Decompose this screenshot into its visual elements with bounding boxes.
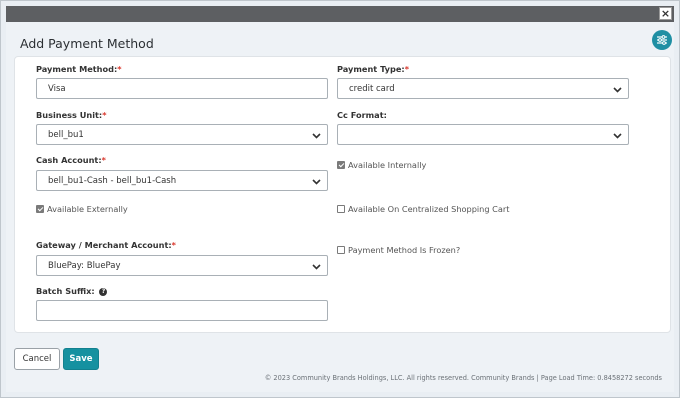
- checkbox-unchecked[interactable]: [337, 246, 345, 254]
- cc-format-select[interactable]: [337, 124, 629, 145]
- chevron-down-icon: [613, 133, 622, 139]
- business-unit-label-text: Business Unit:: [36, 110, 103, 120]
- chevron-down-icon: [312, 264, 321, 270]
- available-centralized-label: Available On Centralized Shopping Cart: [348, 204, 510, 214]
- checkbox-checked[interactable]: [36, 205, 44, 213]
- sliders-icon: [657, 35, 667, 45]
- available-externally-checkbox[interactable]: Available Externally: [36, 204, 128, 214]
- business-unit-label: Business Unit:*: [36, 110, 107, 120]
- cc-format-label: Cc Format:: [337, 110, 387, 120]
- available-externally-label: Available Externally: [47, 204, 128, 214]
- dialog-title: Add Payment Method: [20, 36, 154, 51]
- available-internally-label: Available Internally: [348, 160, 427, 170]
- chevron-down-icon: [312, 133, 321, 139]
- required-marker: *: [404, 64, 410, 74]
- gateway-label-text: Gateway / Merchant Account:: [36, 240, 172, 250]
- required-marker: *: [101, 155, 106, 165]
- batch-suffix-label-text: Batch Suffix:: [36, 286, 95, 296]
- checkbox-checked[interactable]: [337, 161, 345, 169]
- footer-copyright: © 2023 Community Brands Holdings, LLC. A…: [264, 374, 662, 382]
- business-unit-select[interactable]: bell_bu1: [36, 124, 328, 145]
- required-marker: *: [102, 110, 107, 120]
- payment-type-value: credit card: [349, 83, 395, 94]
- chevron-down-icon: [613, 87, 622, 93]
- cancel-button[interactable]: Cancel: [14, 348, 60, 370]
- cash-account-label-text: Cash Account:: [36, 155, 102, 165]
- cash-account-label: Cash Account:*: [36, 155, 106, 165]
- business-unit-value: bell_bu1: [48, 129, 84, 140]
- payment-type-label: Payment Type:*: [337, 64, 409, 74]
- checkbox-unchecked[interactable]: [337, 205, 345, 213]
- required-marker: *: [117, 64, 122, 74]
- frozen-checkbox[interactable]: Payment Method Is Frozen?: [337, 245, 460, 255]
- add-payment-method-dialog: Add Payment Method Payment Method:* Visa…: [6, 22, 674, 392]
- cc-format-label-text: Cc Format:: [337, 110, 387, 120]
- cash-account-select[interactable]: bell_bu1-Cash - bell_bu1-Cash: [36, 170, 328, 191]
- save-button[interactable]: Save: [63, 348, 99, 370]
- batch-suffix-input[interactable]: [36, 300, 328, 321]
- payment-method-label: Payment Method:*: [36, 64, 122, 74]
- gateway-select[interactable]: BluePay: BluePay: [36, 255, 328, 276]
- question-circle-icon[interactable]: ?: [99, 287, 108, 296]
- chevron-down-icon: [312, 179, 321, 185]
- form-panel: Payment Method:* Visa Payment Type:* cre…: [14, 56, 671, 333]
- close-button[interactable]: ×: [659, 7, 672, 20]
- window-title-bar: ×: [6, 6, 674, 22]
- gateway-label: Gateway / Merchant Account:*: [36, 240, 176, 250]
- payment-method-label-text: Payment Method:: [36, 64, 118, 74]
- payment-type-label-text: Payment Type:: [337, 64, 405, 74]
- payment-type-select[interactable]: credit card: [337, 78, 629, 99]
- available-internally-checkbox[interactable]: Available Internally: [337, 160, 426, 170]
- frozen-label: Payment Method Is Frozen?: [348, 245, 461, 255]
- required-marker: *: [171, 240, 176, 250]
- settings-button[interactable]: [652, 30, 672, 50]
- batch-suffix-label: Batch Suffix: ?: [36, 286, 108, 296]
- payment-method-value: Visa: [48, 83, 66, 94]
- payment-method-input[interactable]: Visa: [36, 78, 328, 99]
- available-centralized-checkbox[interactable]: Available On Centralized Shopping Cart: [337, 204, 509, 214]
- cash-account-value: bell_bu1-Cash - bell_bu1-Cash: [48, 175, 177, 186]
- gateway-value: BluePay: BluePay: [48, 260, 121, 271]
